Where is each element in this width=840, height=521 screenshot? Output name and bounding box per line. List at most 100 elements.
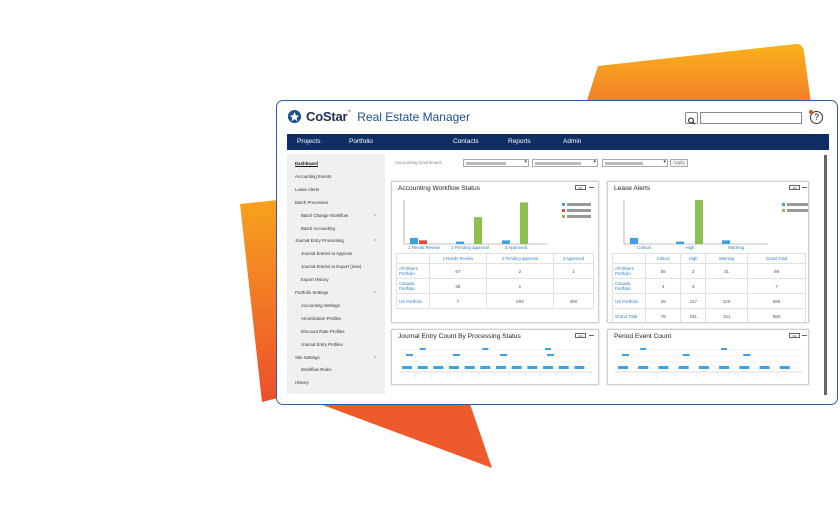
filter-dropdown-3[interactable]: ▾ [602,159,668,167]
table-cell: 98 [747,263,806,279]
x-tick-label: Warning [728,245,745,250]
sidebar-item-journal-entry-processing[interactable]: Journal Entry Processing [295,238,344,243]
period-event-chart [615,348,802,378]
sidebar-item-journal-entry-profiles[interactable]: Journal Entry Profiles [301,342,343,347]
row-label-link[interactable]: US Portfolio [396,293,430,309]
nav-item-contacts[interactable]: Contacts [453,134,479,150]
minimize-icon[interactable] [802,335,807,336]
lease-alerts-bar-chart: Critical High Warning [623,200,808,250]
column-header[interactable]: 1 Needs Review [429,253,487,264]
chevron-down-icon: ▾ [663,159,666,165]
column-header[interactable]: Critical [644,253,682,264]
sidebar-item-journal-entries-to-export-new[interactable]: Journal Entries to Export (new) [301,264,361,269]
mini-bar [658,366,669,369]
legend-swatch [562,215,565,218]
sidebar-item-batch-change-workflow[interactable]: Batch Change Workflow [301,213,348,218]
chevron-up-icon[interactable]: ⌃ [373,214,377,220]
sidebar-item-history[interactable]: History [295,380,309,385]
column-header[interactable]: 3 Approved [552,253,595,264]
chart-bar [502,240,510,244]
legend-label-placeholder [567,203,591,206]
column-header[interactable]: Grand Total [747,253,806,264]
mini-bar [511,366,522,369]
nav-item-projects[interactable]: Projects [297,134,320,150]
chevron-up-icon[interactable]: ⌃ [373,291,377,297]
filter-dropdown-2[interactable]: ▾ [532,159,598,167]
mini-bar [682,354,690,356]
legend-label-placeholder [787,209,808,212]
filter-label: Accounting Dashboard [395,160,442,165]
table-header-row: 1 Needs Review 2 Pending approval 3 Approv… [396,253,595,264]
sidebar-item-accounting-events[interactable]: Accounting Events [295,174,331,179]
lease-alerts-card: Lease Alerts ••• Critical High Warning Cri… [607,181,809,323]
apply-button[interactable]: Apply [670,159,688,167]
mini-bar [527,366,538,369]
mini-bar [547,354,554,356]
sidebar-item-workflow-rules[interactable]: Workflow Rules [301,367,331,372]
orange-shape-bottom [320,404,492,468]
header: CoStar™ Real Estate Manager ? [277,101,837,133]
filter-dropdown-1[interactable]: ▾ [463,159,529,167]
minimize-icon[interactable] [589,187,594,188]
card-menu-button[interactable]: ••• [789,333,800,338]
mini-bar [543,366,553,369]
table-corner-cell [612,253,646,264]
sidebar-item-lease-alerts[interactable]: Lease Alerts [295,187,319,192]
table-cell: 55 [644,263,682,279]
column-header[interactable]: Warning [704,253,749,264]
x-tick-label: Critical [637,245,650,250]
sidebar-item-export-history[interactable]: Export History [301,277,329,282]
minimize-icon[interactable] [802,187,807,188]
row-label-link[interactable]: All Others Portfolio [396,263,430,279]
sidebar-item-journal-entries-to-approve[interactable]: Journal Entries to Approve [301,251,353,256]
sidebar-item-dashboard[interactable]: Dashboard [295,161,318,166]
row-label-link[interactable]: Grand Total [612,308,646,322]
mini-bar [618,366,628,369]
chart-bar [676,241,684,244]
nav-item-portfolio[interactable]: Portfolio [349,134,373,150]
chart-bar [695,200,703,244]
mini-bar [402,366,412,369]
mini-bar [640,348,647,350]
chevron-up-icon[interactable]: ⌃ [373,356,377,362]
sidebar-item-site-settings[interactable]: Site Settings [295,355,320,360]
sidebar-item-batch-processes[interactable]: Batch Processes [295,200,328,205]
app-window: CoStar™ Real Estate Manager ? Projects Po… [276,100,838,405]
sidebar-item-batch-accounting[interactable]: Batch Accounting [301,226,335,231]
card-menu-button[interactable]: ••• [789,185,800,190]
table-cell: 3 [680,263,706,279]
row-label-link[interactable]: US Portfolio [612,293,646,309]
nav-item-reports[interactable]: Reports [508,134,531,150]
chart-bar [520,202,528,244]
sidebar-item-amortization-profiles[interactable]: Amortization Profiles [301,316,341,321]
mini-bar [719,366,730,369]
vertical-scrollbar[interactable] [824,155,827,395]
nav-item-admin[interactable]: Admin [563,134,581,150]
column-header[interactable]: 2 Pending approval [485,253,554,264]
mini-bar [496,366,506,369]
row-label-link[interactable]: All Others Portfolio [612,263,646,279]
search-input[interactable] [700,112,802,124]
search-button[interactable] [685,112,698,125]
chevron-up-icon[interactable]: ⌃ [373,239,377,245]
mini-bar [406,354,413,356]
mini-bar [698,366,709,369]
x-tick-label: High [685,245,695,250]
card-menu-button[interactable]: ••• [575,185,586,190]
accounting-workflow-card: Accounting Workflow Status ••• 1 Needs R… [391,181,599,323]
sidebar-item-portfolio-settings[interactable]: Portfolio Settings [295,290,328,295]
logo[interactable]: CoStar™ Real Estate Manager [287,109,470,124]
mini-bar [574,366,585,369]
row-label-link[interactable]: Canada Portfolio [396,278,430,294]
legend-swatch [782,209,785,212]
legend-label-placeholder [787,203,808,206]
table-cell: 151 [704,308,749,322]
mini-bar [743,354,751,356]
minimize-icon[interactable] [589,335,594,336]
row-label-link[interactable]: Canada Portfolio [612,278,646,294]
sidebar-item-discount-rate-profiles[interactable]: Discount Rate Profiles [301,329,344,334]
column-header[interactable]: High [680,253,706,264]
sidebar-item-accounting-settings[interactable]: Accounting Settings [301,303,340,308]
table-cell: 431 [680,308,706,322]
card-menu-button[interactable]: ••• [575,333,586,338]
